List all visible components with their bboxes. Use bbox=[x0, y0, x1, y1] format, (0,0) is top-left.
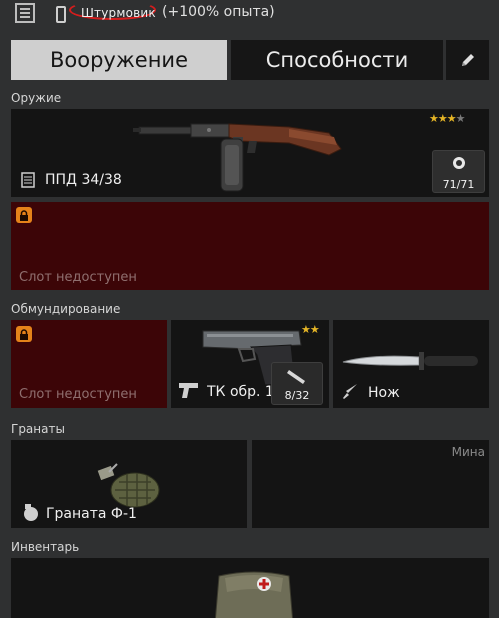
soldier-class-icon bbox=[56, 6, 66, 23]
secondary-weapon-slot[interactable]: Слот недоступен bbox=[11, 202, 489, 290]
mine-label: Мина bbox=[451, 445, 485, 459]
pistol-magazine-icon bbox=[287, 370, 305, 384]
soldier-header: Штурмовик (+100% опыта) bbox=[0, 0, 499, 30]
grenade-icon bbox=[24, 504, 38, 521]
f1-grenade-image bbox=[97, 463, 160, 508]
section-label-grenades: Гранаты bbox=[11, 422, 65, 436]
inventory-slot[interactable] bbox=[11, 558, 489, 618]
pistol-rating-stars: ★★ bbox=[301, 323, 320, 336]
ammo-count: 71/71 bbox=[442, 178, 475, 191]
ammo-drum-icon bbox=[453, 157, 465, 169]
ammo-button[interactable]: 71/71 bbox=[432, 150, 485, 193]
grenade-slot[interactable]: Граната Ф-1 bbox=[11, 440, 247, 528]
pistol-slot[interactable]: ★★ ТК обр. 192 8/32 bbox=[171, 320, 329, 408]
section-label-equipment: Обмундирование bbox=[11, 302, 121, 316]
knife-slot[interactable]: Нож bbox=[333, 320, 489, 408]
pistol-ammo-count: 8/32 bbox=[284, 389, 310, 402]
pistol-icon bbox=[179, 383, 198, 398]
section-label-inventory: Инвентарь bbox=[11, 540, 80, 554]
edit-button[interactable] bbox=[446, 40, 489, 80]
grenade-name: Граната Ф-1 bbox=[46, 506, 137, 522]
lock-icon bbox=[16, 326, 32, 342]
pistol-ammo-button[interactable]: 8/32 bbox=[271, 362, 323, 405]
list-icon[interactable] bbox=[15, 3, 35, 23]
slot-unavailable-text: Слот недоступен bbox=[19, 270, 137, 285]
knife-icon bbox=[343, 384, 357, 399]
slot-unavailable-text: Слот недоступен bbox=[19, 387, 137, 402]
ppd-smg-image bbox=[133, 123, 342, 192]
magazine-icon bbox=[21, 172, 35, 188]
medkit-bag-image bbox=[214, 571, 294, 618]
equipment-locked-slot[interactable]: Слот недоступен bbox=[11, 320, 167, 408]
knife-image bbox=[342, 352, 478, 370]
knife-name: Нож bbox=[368, 385, 400, 401]
tab-armament[interactable]: Вооружение bbox=[11, 40, 227, 80]
pencil-icon bbox=[461, 54, 474, 66]
primary-weapon-name: ППД 34/38 bbox=[45, 172, 122, 188]
soldier-class-name: Штурмовик bbox=[81, 6, 156, 20]
mine-slot[interactable]: Мина bbox=[252, 440, 489, 528]
primary-weapon-slot[interactable]: ★★★★ ППД 34/38 71/71 bbox=[11, 109, 489, 197]
section-label-weapons: Оружие bbox=[11, 91, 62, 105]
weapon-rating-stars: ★★★★ bbox=[429, 112, 465, 125]
lock-icon bbox=[16, 207, 32, 223]
xp-bonus-text: (+100% опыта) bbox=[162, 4, 275, 20]
tab-abilities[interactable]: Способности bbox=[231, 40, 443, 80]
